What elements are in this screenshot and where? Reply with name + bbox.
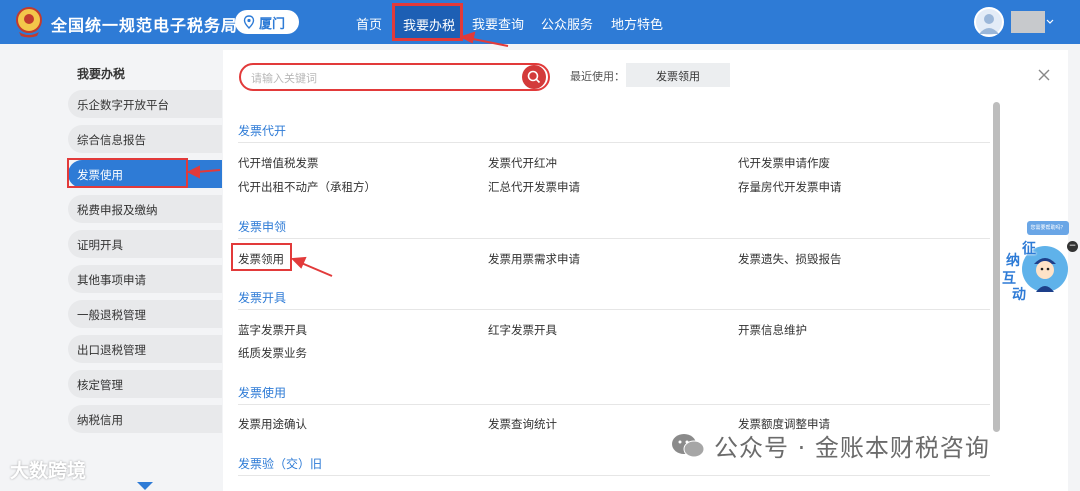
section-divider: [238, 309, 990, 310]
link-agent-rental-property[interactable]: 代开出租不动产（承租方）: [238, 179, 376, 195]
user-name-redacted[interactable]: [1011, 11, 1045, 33]
section-title-invoice-agent: 发票代开: [238, 124, 287, 138]
section-title-invoice-verify: 发票验（交）旧: [238, 457, 323, 471]
widget-char: 动: [1012, 287, 1026, 303]
close-icon[interactable]: [1037, 68, 1051, 82]
sidebar-item-label: 核定管理: [77, 378, 123, 392]
nav-local-features[interactable]: 地方特色: [611, 14, 663, 33]
nav-home[interactable]: 首页: [356, 14, 382, 33]
sidebar-item-export-refund[interactable]: 出口退税管理: [68, 335, 222, 363]
sidebar-red-highlight-box: [67, 158, 188, 188]
sidebar-item-assessment[interactable]: 核定管理: [68, 370, 222, 398]
link-agent-void-request[interactable]: 代开发票申请作废: [738, 155, 830, 171]
link-agent-summary-request[interactable]: 汇总代开发票申请: [488, 179, 580, 195]
panel-scrollbar[interactable]: [993, 102, 1000, 432]
link-red-invoice-issue[interactable]: 红字发票开具: [488, 322, 557, 338]
sidebar-item-general-refund[interactable]: 一般退税管理: [68, 300, 222, 328]
link-invoice-demand-request[interactable]: 发票用票需求申请: [488, 251, 580, 267]
sidebar-item-label: 税费申报及缴纳: [77, 203, 158, 217]
sidebar-item-certificate[interactable]: 证明开具: [68, 230, 222, 258]
sidebar-item-label: 证明开具: [77, 238, 123, 252]
search-button[interactable]: [522, 65, 546, 89]
search-input[interactable]: [251, 69, 521, 87]
sidebar-item-label: 一般退税管理: [77, 308, 146, 322]
link-agent-red-reversal[interactable]: 发票代开红冲: [488, 155, 557, 171]
section-title-invoice-use: 发票使用: [238, 386, 287, 400]
section-title-invoice-issue: 发票开具: [238, 291, 287, 305]
tax-interaction-widget[interactable]: 征 纳 互 动: [1000, 238, 1070, 303]
sidebar-item-label: 出口退税管理: [77, 343, 146, 357]
widget-close-icon[interactable]: −: [1067, 241, 1078, 252]
help-bubble[interactable]: 您需要帮助吗？: [1027, 221, 1069, 235]
nav-public-service[interactable]: 公众服务: [541, 14, 593, 33]
recent-used-label: 最近使用：: [570, 70, 625, 83]
sidebar-item-tax-credit[interactable]: 纳税信用: [68, 405, 222, 433]
top-header: 全国统一规范电子税务局 厦门 首页 我要办税 我要查询 公众服务 地方特色: [0, 0, 1080, 44]
sidebar-item-label: 综合信息报告: [77, 133, 146, 147]
location-pin-icon: [243, 15, 255, 29]
city-selector[interactable]: 厦门: [235, 10, 299, 34]
sidebar-item-tax-filing[interactable]: 税费申报及缴纳: [68, 195, 222, 223]
link-red-highlight-box: [231, 243, 292, 271]
user-avatar[interactable]: [974, 7, 1004, 37]
section-divider: [238, 475, 990, 476]
chevron-down-icon[interactable]: [1045, 17, 1055, 27]
recent-item-chip[interactable]: 发票领用: [626, 63, 730, 87]
section-title-invoice-apply: 发票申领: [238, 220, 287, 234]
sidebar-item-open-platform[interactable]: 乐企数字开放平台: [68, 90, 222, 118]
city-name: 厦门: [259, 16, 286, 32]
menu-panel: [223, 50, 1068, 491]
widget-char: 纳: [1006, 253, 1020, 269]
link-invoice-query-stats[interactable]: 发票查询统计: [488, 416, 557, 432]
sidebar-item-label: 纳税信用: [77, 413, 123, 427]
link-agent-existing-house[interactable]: 存量房代开发票申请: [738, 179, 842, 195]
search-box[interactable]: [239, 63, 550, 91]
link-invoice-loss-report[interactable]: 发票遗失、损毁报告: [738, 251, 842, 267]
user-icon: [979, 14, 999, 34]
site-title: 全国统一规范电子税务局: [51, 16, 239, 35]
wechat-icon: [672, 433, 705, 457]
widget-char: 征: [1022, 241, 1036, 257]
sidebar-item-info-report[interactable]: 综合信息报告: [68, 125, 222, 153]
nav-tax-handling[interactable]: 我要办税: [392, 3, 463, 41]
link-agent-vat-invoice[interactable]: 代开增值税发票: [238, 155, 319, 171]
section-divider: [238, 238, 990, 239]
sidebar-item-label: 其他事项申请: [77, 273, 146, 287]
recent-item-label: 发票领用: [656, 70, 700, 83]
sidebar-title: 我要办税: [77, 67, 126, 81]
nav-query[interactable]: 我要查询: [472, 14, 524, 33]
sidebar-item-other-applications[interactable]: 其他事项申请: [68, 265, 222, 293]
sidebar-item-label: 乐企数字开放平台: [77, 98, 169, 112]
watermark-right-text: 公众号 · 金账本财税咨询: [714, 434, 990, 462]
search-icon: [527, 70, 541, 84]
tax-emblem-logo: [16, 7, 42, 38]
section-divider: [238, 142, 990, 143]
watermark-left: 大数跨境: [10, 460, 87, 482]
section-divider: [238, 404, 990, 405]
watermark-right: 公众号 · 金账本财税咨询: [670, 428, 990, 463]
link-paper-invoice[interactable]: 纸质发票业务: [238, 345, 307, 361]
link-invoice-purpose-confirm[interactable]: 发票用途确认: [238, 416, 307, 432]
nav-tax-handling-label: 我要办税: [403, 19, 456, 34]
link-invoice-info-maintain[interactable]: 开票信息维护: [738, 322, 807, 338]
sidebar-scroll-down-icon[interactable]: [137, 482, 153, 490]
link-blue-invoice-issue[interactable]: 蓝字发票开具: [238, 322, 307, 338]
